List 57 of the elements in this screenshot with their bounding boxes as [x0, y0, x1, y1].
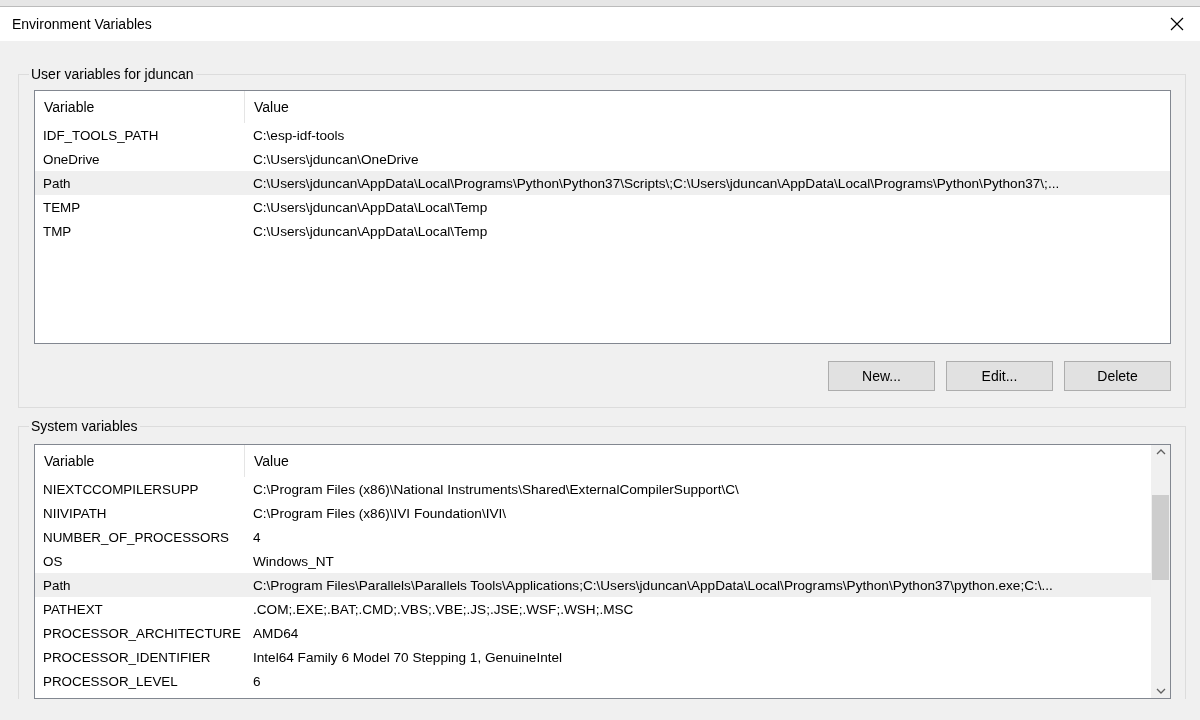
- variable-value: 6: [252, 673, 261, 689]
- variable-value: C:\Program Files (x86)\IVI Foundation\IVI\: [252, 505, 507, 521]
- variable-name: TMP: [42, 223, 73, 239]
- variable-row[interactable]: PATHEXT .COM;.EXE;.BAT;.CMD;.VBS;.VBE;.JS;.JSE;.WSF;.WSH;.MSC: [35, 597, 1151, 621]
- scroll-up-icon[interactable]: [1155, 449, 1166, 455]
- dialog-button[interactable]: Delete: [1064, 361, 1171, 391]
- scrollbar-thumb[interactable]: [1152, 495, 1169, 580]
- variable-row[interactable]: NIIVIPATH C:\Program Files (x86)\IVI Foundation\IVI\: [35, 501, 1151, 525]
- variable-name: IDF_TOOLS_PATH: [42, 127, 160, 143]
- dialog-button[interactable]: Edit...: [946, 361, 1053, 391]
- variable-value: C:\esp-idf-tools: [252, 127, 345, 143]
- variable-value: Windows_NT: [252, 553, 334, 569]
- variable-name: OS: [42, 553, 64, 569]
- variable-row[interactable]: PROCESSOR_ARCHITECTURE AMD64: [35, 621, 1151, 645]
- variable-row[interactable]: TEMP C:\Users\jduncan\AppData\Local\Temp: [35, 195, 1170, 219]
- variable-row[interactable]: IDF_TOOLS_PATH C:\esp-idf-tools: [35, 123, 1170, 147]
- column-header[interactable]: Value: [245, 453, 289, 469]
- variable-row[interactable]: TMP C:\Users\jduncan\AppData\Local\Temp: [35, 219, 1170, 243]
- scrollbar[interactable]: [1151, 445, 1170, 698]
- variable-name: PATHEXT: [42, 601, 104, 617]
- variable-name: TEMP: [42, 199, 82, 215]
- variable-row[interactable]: OneDrive C:\Users\jduncan\OneDrive: [35, 147, 1170, 171]
- close-icon: [1170, 17, 1184, 31]
- variable-name: PROCESSOR_ARCHITECTURE: [42, 625, 242, 641]
- group-label: System variables: [30, 418, 139, 434]
- variable-name: NIIVIPATH: [42, 505, 108, 521]
- variable-value: C:\Users\jduncan\OneDrive: [252, 151, 419, 167]
- variable-row[interactable]: PROCESSOR_IDENTIFIER Intel64 Family 6 Model 70 Stepping 1, GenuineIntel: [35, 645, 1151, 669]
- column-header[interactable]: Value: [245, 99, 289, 115]
- variable-value: 4: [252, 529, 261, 545]
- variable-name: PROCESSOR_IDENTIFIER: [42, 649, 212, 665]
- column-header[interactable]: Variable: [35, 91, 245, 123]
- variable-value: C:\Users\jduncan\AppData\Local\Temp: [252, 199, 488, 215]
- dialog-button[interactable]: New...: [828, 361, 935, 391]
- variable-value: C:\Program Files (x86)\National Instruments\Shared\ExternalCompilerSupport\C\: [252, 481, 739, 497]
- variable-name: Path: [42, 175, 72, 191]
- variable-row[interactable]: NIEXTCCOMPILERSUPP C:\Program Files (x86)\National Instruments\Shared\ExternalCompilerSupport\C\: [35, 477, 1151, 501]
- variable-value: AMD64: [252, 625, 299, 641]
- variable-name: Path: [42, 577, 72, 593]
- variable-value: Intel64 Family 6 Model 70 Stepping 1, GenuineIntel: [252, 649, 563, 665]
- variable-value: C:\Users\jduncan\AppData\Local\Temp: [252, 223, 488, 239]
- window-title: Environment Variables: [12, 16, 152, 32]
- variable-value: C:\Users\jduncan\AppData\Local\Programs\Python\Python37\Scripts\;C:\Users\jduncan\AppData\Local\Programs\Python\Python37\;...: [252, 175, 1060, 191]
- variable-value: C:\Program Files\Parallels\Parallels Tools\Applications;C:\Users\jduncan\AppData\Local\Programs\Python\Python37\python.exe;C:\...: [252, 577, 1053, 593]
- variable-row[interactable]: Path C:\Program Files\Parallels\Parallels Tools\Applications;C:\Users\jduncan\AppData\Local\Programs\Python\Python37\python.exe;C:\...: [35, 573, 1151, 597]
- variable-row[interactable]: PROCESSOR_LEVEL 6: [35, 669, 1151, 693]
- variable-name: OneDrive: [42, 151, 101, 167]
- variable-value: .COM;.EXE;.BAT;.CMD;.VBS;.VBE;.JS;.JSE;.WSF;.WSH;.MSC: [252, 601, 634, 617]
- variable-row[interactable]: OS Windows_NT: [35, 549, 1151, 573]
- variable-row[interactable]: Path C:\Users\jduncan\AppData\Local\Programs\Python\Python37\Scripts\;C:\Users\jduncan\AppData\Local\Programs\Python\Python37\;...: [35, 171, 1170, 195]
- variable-row[interactable]: NUMBER_OF_PROCESSORS 4: [35, 525, 1151, 549]
- scroll-down-icon[interactable]: [1155, 688, 1166, 694]
- variable-name: PROCESSOR_LEVEL: [42, 673, 179, 689]
- column-header[interactable]: Variable: [35, 445, 245, 477]
- variable-name: NIEXTCCOMPILERSUPP: [42, 481, 200, 497]
- variable-name: NUMBER_OF_PROCESSORS: [42, 529, 231, 545]
- group-label: User variables for jduncan: [30, 66, 195, 82]
